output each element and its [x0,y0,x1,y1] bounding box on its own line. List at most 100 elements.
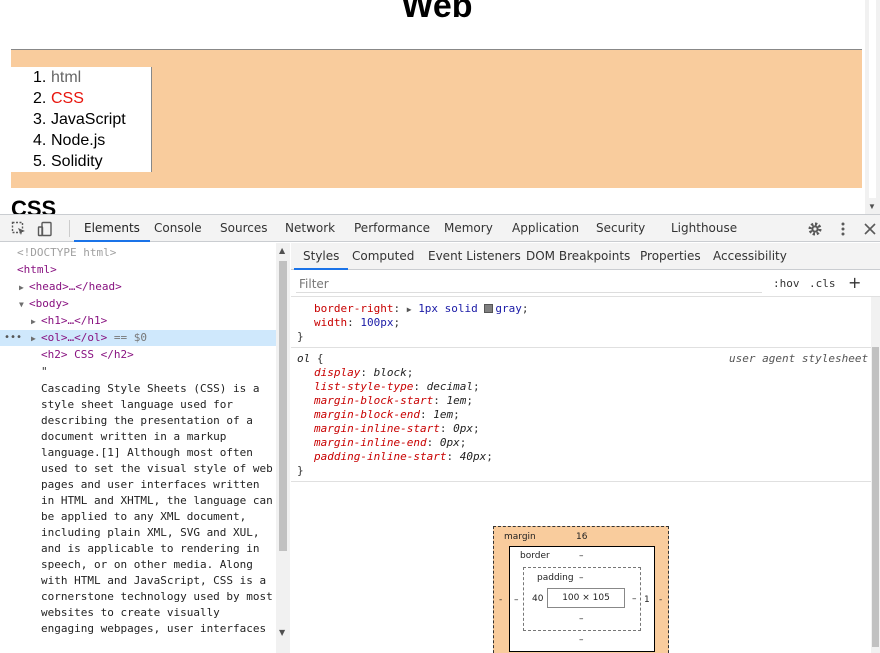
rule-separator [291,347,871,348]
selected-node-marker: == $0 [113,331,147,344]
devtools-panel: Elements Console Sources Network Perform… [0,214,880,653]
list-item: 3. JavaScript [33,111,126,128]
node-ol-selected[interactable]: ••• ▶ <ol>…</ol> == $0 [0,330,276,346]
box-model-border[interactable]: border – – – 1 padding – – 40 – 100 × 10… [509,546,655,652]
border-bottom-value[interactable]: – [579,635,584,645]
gear-icon[interactable] [807,221,823,237]
inspect-element-icon[interactable] [11,221,27,237]
node-doctype[interactable]: <!DOCTYPE html> [0,245,276,261]
margin-label: margin [504,532,536,542]
text-line: including plain XML, SVG and XUL, [41,526,260,539]
tab-console[interactable]: Console [154,215,202,242]
node-options-ellipsis-icon[interactable]: ••• [4,330,22,346]
decl-display: display: block; [314,366,414,379]
device-toolbar-icon[interactable] [37,221,53,237]
box-model-margin[interactable]: margin 16 16 - - border – – – 1 padding … [493,526,669,653]
box-model-padding[interactable]: padding – – 40 – 100 × 105 [523,567,641,631]
border-top-value[interactable]: – [579,551,584,561]
expand-triangle-icon[interactable]: ▶ [31,331,41,347]
page-scrollbar-thumb[interactable] [869,0,876,198]
color-swatch[interactable] [484,304,494,313]
tab-performance[interactable]: Performance [354,215,430,242]
decl-width[interactable]: width: 100px; [314,316,400,330]
list-link-html[interactable]: html [51,69,81,86]
rule-separator [291,481,871,482]
decl-padding-inline-start: padding-inline-start: 40px; [314,450,493,463]
expand-triangle-icon[interactable]: ▶ [407,305,412,314]
page-heading: Web [401,0,473,25]
subtab-event-listeners[interactable]: Event Listeners [428,243,521,270]
scroll-up-arrow-icon[interactable]: ▲ [279,246,285,255]
list-item: 2. CSS [33,90,84,107]
box-model-content[interactable]: 100 × 105 [547,588,625,608]
list-item: 5. Solidity [33,153,103,170]
styles-scrollbar-thumb[interactable] [872,347,879,647]
padding-top-value[interactable]: – [579,573,584,583]
node-html[interactable]: <html> [0,262,276,278]
text-line: describing the presentation of a [41,414,253,427]
border-label: border [520,551,550,561]
scroll-down-arrow-icon[interactable]: ▼ [868,202,876,211]
list-text-solidity: Solidity [51,153,103,170]
new-rule-button[interactable]: + [848,273,861,292]
styles-subtabs: Styles Computed Event Listeners DOM Brea… [291,243,880,270]
class-toggle[interactable]: .cls [809,277,836,290]
node-body[interactable]: ▼ <body> [0,296,276,312]
text-line: pages and user interfaces written [41,478,260,491]
margin-left-value[interactable]: - [499,595,502,605]
list-link-css[interactable]: CSS [51,90,84,107]
decl-list-style-type: list-style-type: decimal; [314,380,480,393]
subtab-dom-breakpoints[interactable]: DOM Breakpoints [526,243,630,270]
subtab-properties[interactable]: Properties [640,243,701,270]
margin-right-value[interactable]: - [659,595,662,605]
more-vertical-icon[interactable] [835,221,851,237]
text-line: Cascading Style Sheets (CSS) is a [41,382,260,395]
tab-sources[interactable]: Sources [220,215,267,242]
padding-left-value[interactable]: 40 [532,594,543,604]
margin-top-value[interactable]: 16 [576,532,587,542]
expand-triangle-icon[interactable]: ▶ [19,280,29,296]
page-viewport: Web 1. html 2. CSS 3. JavaScript 4. Node.js … [0,0,880,214]
node-h2[interactable]: <h2> CSS </h2> [0,347,276,363]
elements-tree: <!DOCTYPE html> <html> ▶ <head>…</head> ▼… [0,243,290,653]
hover-state-toggle[interactable]: :hov [773,277,800,290]
collapse-triangle-icon[interactable]: ▼ [19,297,29,313]
tab-lighthouse[interactable]: Lighthouse [671,215,737,242]
rule-close-brace: } [297,330,304,343]
styles-filter-input[interactable] [296,275,762,293]
tab-application[interactable]: Application [512,215,579,242]
tab-elements[interactable]: Elements [74,215,150,242]
devtools-tabbar: Elements Console Sources Network Perform… [0,215,880,242]
subtab-computed[interactable]: Computed [352,243,414,270]
subtab-styles[interactable]: Styles [294,243,349,270]
border-left-value[interactable]: – [514,595,519,605]
node-text-content[interactable]: Cascading Style Sheets (CSS) is a style s… [41,381,281,637]
tab-memory[interactable]: Memory [444,215,493,242]
tab-security[interactable]: Security [596,215,645,242]
styles-scrollbar[interactable] [871,297,880,653]
rule-selector-ol[interactable]: ol { [297,352,324,366]
elements-scrollbar-thumb[interactable] [279,261,287,551]
page-list: 1. html 2. CSS 3. JavaScript 4. Node.js 5. So… [11,67,152,172]
list-item: 4. Node.js [33,132,106,149]
page-subheading: CSS [11,196,57,214]
text-line: and is applicable to rendering in [41,542,260,555]
node-head[interactable]: ▶ <head>…</head> [0,279,276,295]
page-scrollbar[interactable]: ▼ [865,0,880,214]
text-line: used to set the visual style of web [41,462,273,475]
text-line: speech, or on other media. Along [41,558,253,571]
tab-network[interactable]: Network [285,215,335,242]
text-line: document written in a markup [41,430,227,443]
padding-bottom-value[interactable]: – [579,614,584,624]
scroll-down-arrow-icon[interactable]: ▼ [279,628,285,637]
expand-triangle-icon[interactable]: ▶ [31,314,41,330]
text-line: websites to create visually [41,606,220,619]
node-h1[interactable]: ▶ <h1>…</h1> [0,313,276,329]
subtab-accessibility[interactable]: Accessibility [713,243,787,270]
elements-scrollbar[interactable]: ▲ ▼ [276,243,290,653]
decl-border-right[interactable]: border-right: ▶ 1px solid gray; [314,302,529,317]
padding-right-value[interactable]: – [632,594,637,604]
list-text-nodejs: Node.js [51,132,106,149]
close-icon[interactable] [862,221,878,237]
border-right-value[interactable]: 1 [644,595,650,605]
